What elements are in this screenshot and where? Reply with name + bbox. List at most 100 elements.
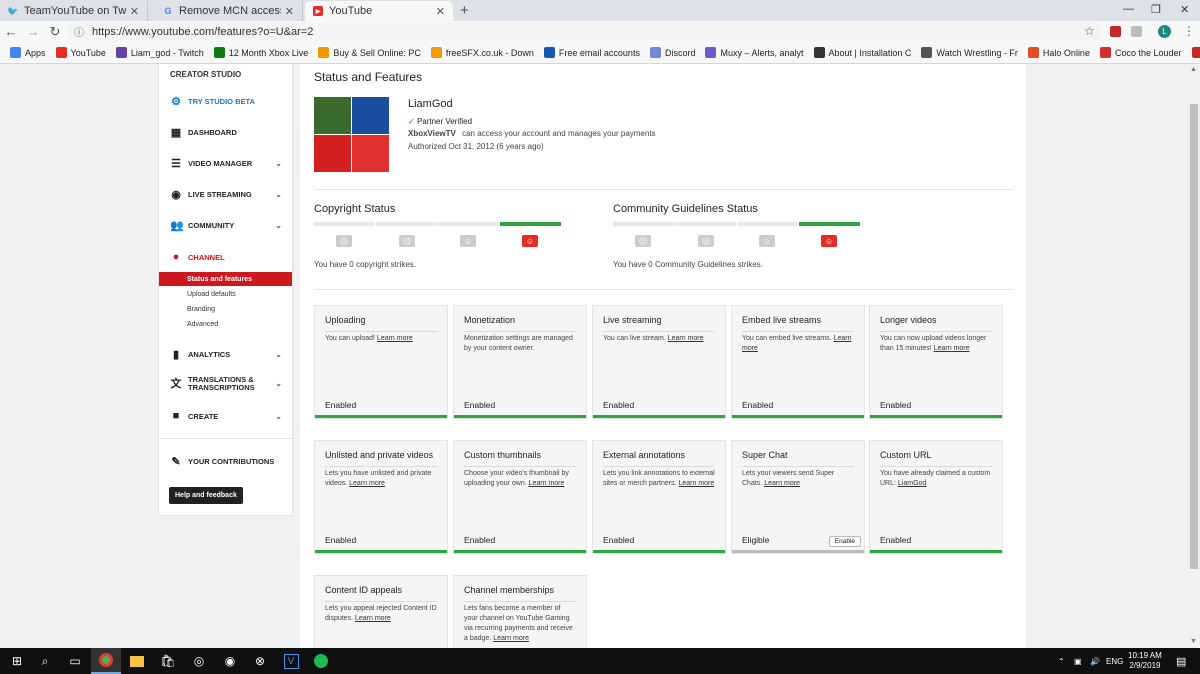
bookmark-label: Free email accounts [558, 47, 640, 58]
bookmark-item[interactable]: Halo Online [1027, 47, 1090, 58]
bookmark-item[interactable]: Free email accounts [543, 47, 640, 58]
close-icon[interactable]: ✕ [130, 5, 139, 18]
learn-more-link[interactable]: Learn more [678, 480, 714, 487]
bookmark-star-icon[interactable]: ☆ [1084, 24, 1095, 38]
extension-icon[interactable] [1110, 26, 1121, 37]
sidebar-item-analytics[interactable]: ▮ ANALYTICS ⌄ [159, 348, 292, 361]
bookmark-item[interactable]: Liam_god - Twitch [115, 47, 204, 58]
back-arrow-icon[interactable]: ← [0, 24, 22, 39]
enable-button[interactable]: Enable [828, 536, 861, 547]
bookmark-item[interactable]: Discord [649, 47, 695, 58]
bookmark-item[interactable]: Apps [10, 47, 46, 58]
language-indicator[interactable]: ENG [1106, 648, 1123, 674]
scrollbar-thumb[interactable] [1190, 104, 1198, 569]
reload-icon[interactable]: ↻ [44, 24, 66, 40]
card-divider [603, 331, 715, 332]
learn-more-link[interactable]: Learn more [493, 635, 529, 642]
sidebar-subitem-upload-defaults[interactable]: Upload defaults [159, 287, 292, 301]
learn-more-link[interactable]: Learn more [764, 480, 800, 487]
card-description: Choose your video's thumbnail by uploadi… [464, 469, 576, 489]
menu-dots-icon[interactable]: ⋮ [1183, 24, 1195, 38]
maximize-button[interactable]: ❐ [1151, 3, 1161, 16]
neutral-face-icon: ☺ [460, 235, 476, 247]
card-status: Enabled [742, 400, 774, 410]
bookmark-item[interactable]: Watch Wrestling - Fr [921, 47, 1018, 58]
url-input[interactable]: ⓘ https://www.youtube.com/features?o=U&a… [68, 23, 1103, 40]
close-icon[interactable]: ✕ [436, 5, 445, 18]
app-icon[interactable]: ◉ [215, 648, 245, 674]
gear-icon: ⚙ [171, 96, 181, 108]
learn-more-link[interactable]: LiamGod [898, 480, 926, 487]
card-divider [742, 331, 854, 332]
bookmark-item[interactable]: Buy & Sell Online: PC [318, 47, 421, 58]
sidebar-item-dashboard[interactable]: ▦ DASHBOARD [159, 126, 292, 139]
tab-google[interactable]: G Remove MCN access from your c ✕ [155, 1, 303, 21]
bookmark-item[interactable]: Coco the Louder [1099, 47, 1182, 58]
sidebar-subitem-branding[interactable]: Branding [159, 302, 292, 316]
file-explorer-icon[interactable] [122, 648, 152, 674]
strike-bar [314, 222, 375, 226]
page-scrollbar[interactable]: ▲ ▼ [1188, 64, 1200, 648]
sidebar-item-contributions[interactable]: ✎ YOUR CONTRIBUTIONS [159, 455, 292, 468]
feature-card: Monetization Monetization settings are ma… [453, 305, 587, 419]
extension-icon[interactable] [1131, 26, 1142, 37]
network-icon[interactable]: ▣ [1074, 648, 1082, 674]
close-icon[interactable]: ✕ [285, 5, 294, 18]
clock[interactable]: 10:19 AM 2/9/2019 [1128, 648, 1162, 674]
thumbnail-quadrant [314, 135, 351, 172]
help-feedback-button[interactable]: Help and feedback [169, 487, 243, 504]
forward-arrow-icon[interactable]: → [22, 24, 44, 39]
bookmark-item[interactable]: Muxy – Alerts, analyt [705, 47, 804, 58]
scroll-up-icon[interactable]: ▲ [1190, 66, 1197, 73]
sidebar-item-live-streaming[interactable]: ◉ LIVE STREAMING ⌄ [159, 188, 292, 201]
tray-chevron-icon[interactable]: ⌃ [1058, 648, 1065, 674]
feature-card: Embed live streams You can embed live str… [731, 305, 865, 419]
profile-avatar[interactable]: L [1158, 25, 1171, 38]
learn-more-link[interactable]: Learn more [934, 345, 970, 352]
bookmark-item[interactable]: 12 Month Xbox Live [213, 47, 308, 58]
learn-more-link[interactable]: Learn more [355, 615, 391, 622]
chevron-down-icon: ⌄ [275, 350, 282, 359]
feature-card: Content ID appeals Lets you appeal reject… [314, 575, 448, 648]
steam-icon[interactable]: ◎ [184, 648, 214, 674]
volume-icon[interactable]: 🔊 [1090, 648, 1100, 674]
xbox-icon[interactable]: ⊗ [245, 648, 275, 674]
sidebar-item-community[interactable]: 👥 COMMUNITY ⌄ [159, 219, 292, 232]
notifications-icon[interactable]: ▤ [1176, 648, 1186, 674]
vegas-icon[interactable]: V [276, 648, 306, 674]
sidebar-item-channel[interactable]: ● CHANNEL [159, 251, 292, 263]
task-view-icon[interactable]: ▭ [60, 648, 90, 674]
sidebar-item-video-manager[interactable]: ☰ VIDEO MANAGER ⌄ [159, 157, 292, 170]
search-icon[interactable]: ⌕ [30, 648, 60, 674]
minimize-button[interactable]: — [1123, 3, 1134, 15]
bookmark-item[interactable]: Gaming Headset Tec [1191, 47, 1200, 58]
new-tab-button[interactable]: + [460, 2, 469, 19]
close-window-button[interactable]: ✕ [1180, 3, 1189, 16]
sidebar-item-create[interactable]: ■ CREATE ⌄ [159, 410, 292, 422]
bookmark-favicon-icon [1027, 47, 1039, 58]
learn-more-link[interactable]: Learn more [529, 480, 565, 487]
sidebar-subitem-status-features[interactable]: Status and features [159, 272, 292, 286]
learn-more-link[interactable]: Learn more [349, 480, 385, 487]
create-icon: ■ [172, 410, 180, 422]
try-studio-beta[interactable]: ⚙ TRY STUDIO BETA [159, 95, 292, 108]
bookmark-favicon-icon [921, 47, 933, 58]
bookmark-item[interactable]: YouTube [55, 47, 106, 58]
mcn-name: XboxViewTV [408, 129, 456, 138]
spotify-icon[interactable] [306, 648, 336, 674]
store-icon[interactable]: 🛍 [153, 648, 183, 674]
tab-youtube[interactable]: ▶ YouTube ✕ [305, 1, 453, 21]
bookmark-item[interactable]: freeSFX.co.uk - Down [430, 47, 534, 58]
bookmark-label: Liam_god - Twitch [130, 47, 204, 58]
learn-more-link[interactable]: Learn more [668, 335, 704, 342]
info-icon[interactable]: ⓘ [74, 24, 84, 39]
bookmark-item[interactable]: About | Installation C [813, 47, 911, 58]
sidebar-item-translations[interactable]: 文 TRANSLATIONS & TRANSCRIPTIONS ⌄ [159, 376, 292, 392]
sidebar-subitem-advanced[interactable]: Advanced [159, 317, 292, 331]
learn-more-link[interactable]: Learn more [377, 335, 413, 342]
scroll-down-icon[interactable]: ▼ [1190, 638, 1197, 645]
sidebar-title: CREATOR STUDIO [170, 70, 242, 79]
windows-start-icon[interactable]: ⊞ [2, 648, 32, 674]
chrome-icon[interactable] [91, 648, 121, 674]
tab-twitter[interactable]: 🐦 TeamYouTube on Twitter: "Hmm ✕ [0, 1, 148, 21]
